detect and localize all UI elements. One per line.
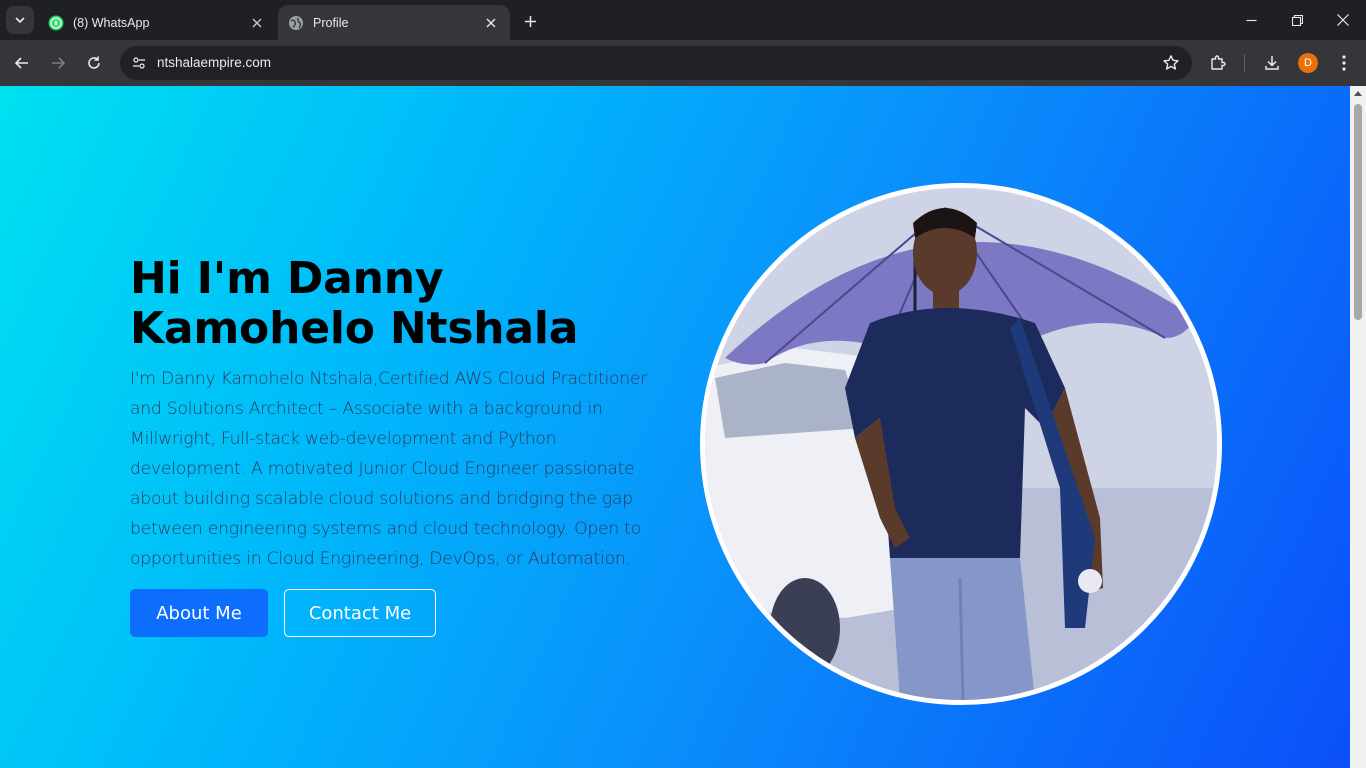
tab-search-button[interactable] [6,6,34,34]
restore-icon [1291,14,1303,26]
whatsapp-badge: 8 [54,20,58,27]
close-icon [1337,14,1349,26]
hero-description: I'm Danny Kamohelo Ntshala,Certified AWS… [130,369,648,569]
restore-button[interactable] [1274,0,1320,40]
page-scrollbar[interactable] [1350,86,1366,768]
reload-icon [88,56,100,69]
bookmark-star-icon[interactable] [1162,54,1180,72]
tune-icon [133,57,145,69]
reload-button[interactable] [80,49,108,77]
kebab-menu-icon [1342,55,1346,71]
tab-close-button[interactable] [248,14,266,32]
profile-photo-illustration [705,188,1217,700]
tab-title: (8) WhatsApp [73,15,150,30]
menu-button[interactable] [1330,49,1358,77]
minimize-icon [1246,19,1256,21]
arrow-left-icon [14,57,28,69]
globe-icon [289,15,303,30]
hero-section: Hi I'm Danny Kamohelo Ntshala I'm Danny … [0,86,1350,768]
extensions-button[interactable] [1204,49,1232,77]
hero-title-line-2: Kamohelo Ntshala [130,303,579,354]
download-icon [1265,56,1279,70]
browser-toolbar: ntshalaempire.com [0,40,1366,86]
close-icon [486,18,496,27]
scrollbar-thumb[interactable] [1354,104,1362,320]
close-icon [252,18,262,27]
whatsapp-icon: 8 [48,15,64,30]
profile-photo [700,183,1222,705]
hero-title-line-1: Hi I'm Danny [130,253,444,304]
new-tab-button[interactable] [519,10,541,32]
about-me-button[interactable]: About Me [130,589,268,637]
puzzle-icon [1211,55,1226,70]
minimize-button[interactable] [1228,0,1274,40]
tab-profile[interactable]: Profile [278,5,510,40]
forward-button[interactable] [44,49,72,77]
back-button[interactable] [8,49,36,77]
plus-icon [524,15,536,27]
toolbar-separator [1244,54,1245,72]
arrow-right-icon [52,57,66,69]
tab-title: Profile [313,15,349,30]
site-info-button[interactable] [127,51,151,75]
contact-me-button[interactable]: Contact Me [284,589,436,637]
close-window-button[interactable] [1320,0,1366,40]
chevron-down-icon [15,17,25,24]
tab-close-button[interactable] [482,14,500,32]
profile-avatar[interactable]: D [1298,53,1318,73]
address-bar[interactable]: ntshalaempire.com [120,46,1192,80]
url-text: ntshalaempire.com [157,55,272,70]
scroll-up-arrow[interactable] [1354,91,1362,96]
tab-strip: 8 (8) WhatsApp Profile [0,0,1366,40]
downloads-button[interactable] [1258,49,1286,77]
tab-whatsapp[interactable]: 8 (8) WhatsApp [38,5,276,40]
hero-title: Hi I'm Danny Kamohelo Ntshala [130,254,690,354]
